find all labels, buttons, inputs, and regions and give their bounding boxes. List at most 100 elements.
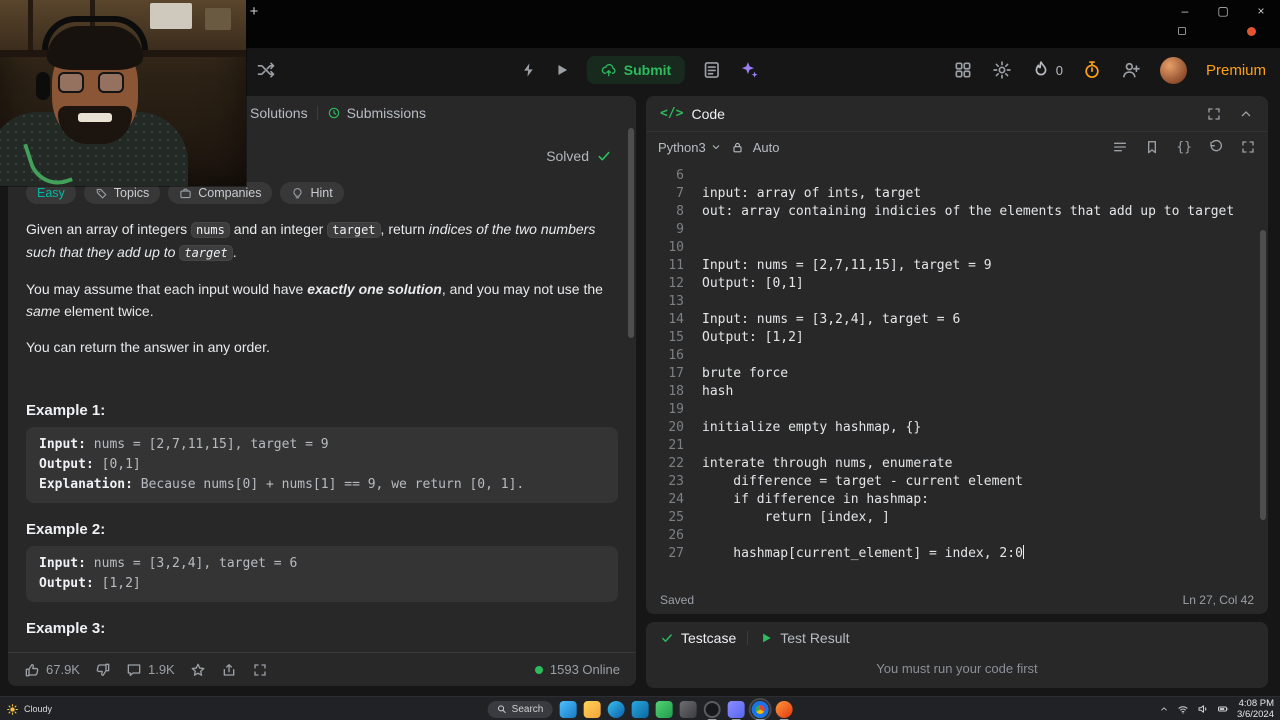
debug-button[interactable] [521,62,537,78]
lightbulb-icon [291,187,304,200]
console-tabbar: Testcase Test Result [646,622,1268,654]
code-line[interactable]: 6 [646,167,1268,185]
shelf-divider [28,0,33,52]
shelf-item [150,3,192,29]
streak-count: 0 [1055,62,1063,78]
solved-label: Solved [546,148,589,164]
code-line[interactable]: 21 [646,437,1268,455]
window-maximize-button[interactable]: ▢ [1204,0,1242,22]
code-line[interactable]: 23 difference = target - current element [646,473,1268,491]
fullscreen-button[interactable] [252,662,268,678]
testcase-label: Testcase [681,630,737,646]
taskbar-app-icon[interactable] [748,697,772,720]
editor-collapse-button[interactable] [1238,106,1254,122]
editor-fullscreen-button[interactable] [1240,139,1256,155]
apps-grid-button[interactable] [953,60,973,80]
hint-label: Hint [310,186,333,200]
editor-tab-label[interactable]: Code [691,106,724,122]
weather-widget[interactable]: Cloudy [6,697,52,720]
code-line[interactable]: 22 interate through nums, enumerate [646,455,1268,473]
code-line[interactable]: 13 [646,293,1268,311]
weather-label: Cloudy [24,704,53,714]
person-smile [78,113,112,122]
code-line[interactable]: 15 Output: [1,2] [646,329,1268,347]
reset-code-button[interactable] [1208,139,1224,155]
example-1-title: Example 1: [26,402,106,419]
language-selector[interactable]: Python3 [658,140,722,155]
online-count: 1593 Online [549,662,620,677]
tab-submissions[interactable]: Submissions [327,105,426,121]
shuffle-question-button[interactable] [256,60,276,80]
code-line[interactable]: 7 input: array of ints, target [646,185,1268,203]
code-line[interactable]: 19 [646,401,1268,419]
user-avatar[interactable] [1159,56,1187,84]
taskbar-app-icon[interactable] [679,700,697,718]
volume-icon[interactable] [1197,703,1209,715]
taskbar-app-icon[interactable] [703,700,721,720]
share-button[interactable] [221,662,237,678]
submit-button[interactable]: Submit [586,56,686,84]
shortcuts-button[interactable]: {} [1176,140,1192,155]
code-line[interactable]: 20 initialize empty hashmap, {} [646,419,1268,437]
new-tab-button[interactable]: + [244,2,264,22]
taskbar-clock[interactable]: 4:08 PM 3/6/2024 [1237,698,1274,720]
dislike-button[interactable] [95,662,111,678]
bookmark-button[interactable] [1144,139,1160,155]
hint-pill[interactable]: Hint [280,182,344,204]
taskbar-search[interactable]: Search [487,700,553,718]
taskbar-app-icon[interactable] [727,700,745,720]
notes-button[interactable] [702,60,722,80]
wifi-icon[interactable] [1177,703,1189,715]
run-button[interactable] [554,62,570,78]
browser-extension-icon[interactable] [1176,25,1188,37]
premium-link[interactable]: Premium [1206,62,1266,79]
tray-chevron-icon[interactable] [1159,704,1169,714]
comments-button[interactable]: 1.9K [126,662,175,678]
auto-toggle[interactable]: Auto [753,140,780,155]
code-line[interactable]: 18 hash [646,383,1268,401]
tag-icon [95,187,108,200]
cursor-position: Ln 27, Col 42 [1182,593,1254,607]
settings-gear-button[interactable] [992,60,1012,80]
taskbar-app-icon[interactable] [655,700,673,718]
code-line[interactable]: 16 [646,347,1268,365]
code-line[interactable]: 8 out: array containing indicies of the e… [646,203,1268,221]
format-code-button[interactable] [1112,139,1128,155]
panel-resize-handle[interactable] [636,96,646,688]
code-line[interactable]: 26 [646,527,1268,545]
like-button[interactable]: 67.9K [24,662,80,678]
code-line[interactable]: 27 hashmap[current_element] = index, 2:0 [646,545,1268,563]
invite-user-button[interactable] [1121,60,1141,80]
problem-panel-scrollbar[interactable] [628,128,634,338]
code-line[interactable]: 11 Input: nums = [2,7,11,15], target = 9 [646,257,1268,275]
code-line[interactable]: 24 if difference in hashmap: [646,491,1268,509]
tab-testcase[interactable]: Testcase [660,630,736,646]
code-editor-area[interactable]: 6 7 input: array of ints, target 8 out: ar… [646,162,1268,563]
editor-scrollbar[interactable] [1260,230,1266,520]
taskbar-app-icon[interactable] [559,700,577,718]
ai-assistant-button[interactable] [739,60,759,80]
window-close-button[interactable]: × [1242,0,1280,22]
taskbar-app-icon[interactable] [775,700,793,720]
tab-test-result[interactable]: Test Result [759,630,850,646]
code-line[interactable]: 12 Output: [0,1] [646,275,1268,293]
code-line[interactable]: 25 return [index, ] [646,509,1268,527]
code-line[interactable]: 9 [646,221,1268,239]
streak-counter[interactable]: 0 [1031,60,1063,80]
headphones-earcup [36,72,50,100]
briefcase-icon [179,187,192,200]
code-line[interactable]: 14 Input: nums = [3,2,4], target = 6 [646,311,1268,329]
text-cursor [1022,545,1025,559]
editor-toolbar: Python3 Auto {} [646,132,1268,162]
code-line[interactable]: 10 [646,239,1268,257]
editor-maximize-button[interactable] [1206,106,1222,122]
taskbar-app-icon[interactable] [631,700,649,718]
taskbar-app-icon[interactable] [583,700,601,718]
favorite-star-button[interactable] [190,662,206,678]
code-line[interactable]: 17 brute force [646,365,1268,383]
taskbar-search-label: Search [511,703,544,715]
battery-icon[interactable] [1217,703,1229,715]
taskbar-app-icon[interactable] [607,700,625,718]
timer-button[interactable] [1082,60,1102,80]
window-minimize-button[interactable]: – [1166,0,1204,22]
